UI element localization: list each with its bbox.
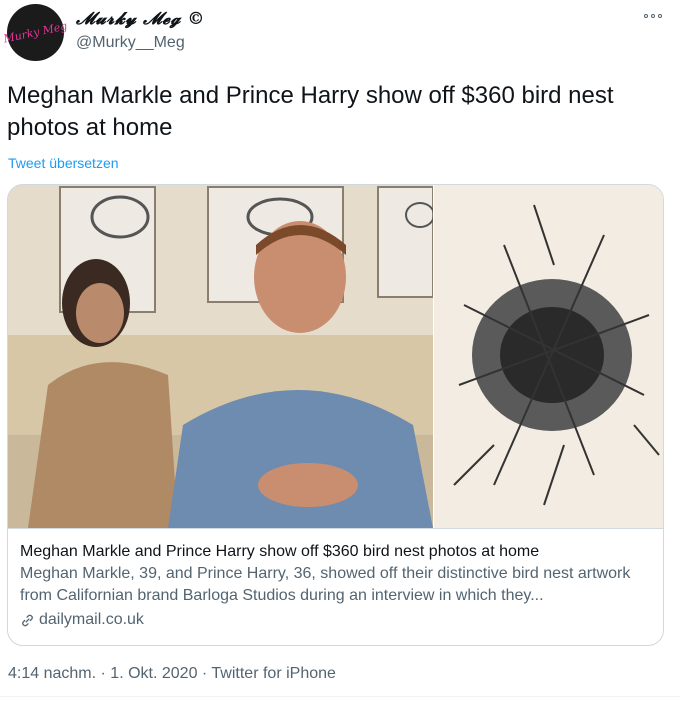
- divider: [0, 696, 680, 697]
- card-domain: dailymail.co.uk: [20, 609, 663, 631]
- link-card[interactable]: Meghan Markle and Prince Harry show off …: [7, 184, 664, 646]
- display-name[interactable]: 𝓜𝓾𝓻𝓴𝔂 𝓜𝓮𝓰 ©: [76, 9, 205, 29]
- card-photo-bird-nest: [434, 185, 663, 528]
- card-image[interactable]: [8, 185, 663, 528]
- handle[interactable]: @Murky__Meg: [76, 34, 185, 52]
- card-title: Meghan Markle and Prince Harry show off …: [20, 543, 540, 560]
- card-info[interactable]: Meghan Markle and Prince Harry show off …: [8, 528, 663, 645]
- tweet: Murky Meg 𝓜𝓾𝓻𝓴𝔂 𝓜𝓮𝓰 © @Murky__Meg Meghan…: [0, 0, 680, 702]
- meta-separator: ·: [201, 665, 208, 682]
- avatar-logo-text: Murky Meg: [2, 19, 69, 46]
- card-photo-couple: [8, 185, 433, 528]
- more-horizontal-icon[interactable]: [641, 11, 665, 21]
- tweet-source[interactable]: Twitter for iPhone: [211, 665, 336, 682]
- tweet-time[interactable]: 4:14 nachm.: [8, 665, 96, 682]
- tweet-date[interactable]: 1. Okt. 2020: [110, 665, 197, 682]
- link-icon: [22, 614, 33, 626]
- translate-tweet-link[interactable]: Tweet übersetzen: [8, 155, 119, 171]
- meta-separator: ·: [100, 665, 106, 682]
- avatar[interactable]: Murky Meg: [2, 4, 69, 61]
- card-description: Meghan Markle, 39, and Prince Harry, 36,…: [20, 565, 631, 604]
- card-domain-text: dailymail.co.uk: [39, 611, 144, 628]
- tweet-text: Meghan Markle and Prince Harry show off …: [7, 82, 614, 141]
- tweet-meta: 4:14 nachm. · 1. Okt. 2020 · Twitter for…: [8, 665, 336, 683]
